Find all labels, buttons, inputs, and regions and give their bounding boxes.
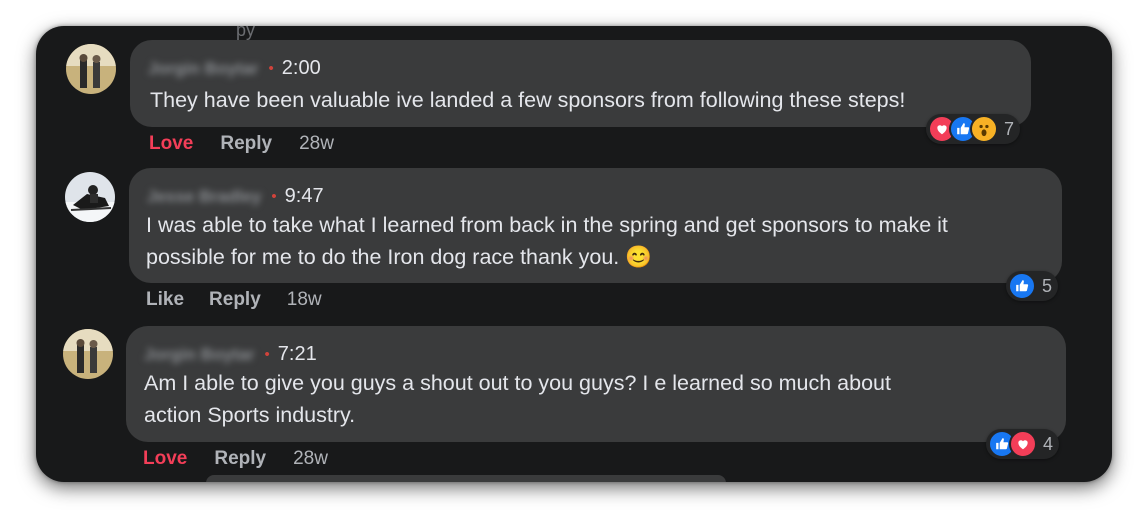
comments-panel: py Jorgin Boytar • 2:00 They have been v… [36, 26, 1112, 482]
reactions-summary[interactable]: 4 [986, 429, 1060, 459]
comment-time[interactable]: 7:21 [278, 343, 317, 366]
next-comment-fragment [206, 475, 726, 482]
previous-comment-fragment: py [236, 26, 256, 40]
comment-actions: Love Reply 28w [149, 133, 334, 155]
reply-button[interactable]: Reply [214, 448, 266, 470]
separator-dot: • [271, 188, 277, 205]
comment-age[interactable]: 28w [293, 448, 328, 470]
avatar[interactable] [66, 44, 116, 94]
like-button[interactable]: Like [146, 289, 184, 311]
avatar[interactable] [63, 329, 113, 379]
comment-actions: Like Reply 18w [146, 289, 322, 311]
comment-actions: Love Reply 28w [143, 448, 328, 470]
avatar[interactable] [65, 172, 115, 222]
reply-button[interactable]: Reply [220, 133, 272, 155]
comment-author[interactable]: Jesse Bradley [147, 187, 261, 207]
comment-author[interactable]: Jorgin Boytar [148, 59, 259, 79]
love-icon [1009, 430, 1037, 458]
comment-time[interactable]: 2:00 [282, 57, 321, 80]
separator-dot: • [268, 60, 274, 77]
reaction-count: 5 [1042, 275, 1053, 296]
like-icon [1008, 272, 1036, 300]
comment-age[interactable]: 18w [287, 289, 322, 311]
comment-bubble: Jesse Bradley • 9:47 I was able to take … [129, 168, 1062, 283]
comment-time[interactable]: 9:47 [285, 185, 324, 208]
comment-bubble: Jorgin Boytar • 7:21 Am I able to give y… [126, 326, 1066, 442]
reaction-count: 7 [1004, 118, 1015, 139]
comment-text: I was able to take what I learned from b… [146, 213, 948, 269]
wow-icon [970, 115, 998, 143]
comment-bubble: Jorgin Boytar • 2:00 They have been valu… [130, 40, 1031, 127]
comment-text: Am I able to give you guys a shout out t… [144, 371, 891, 427]
reactions-summary[interactable]: 7 [926, 114, 1021, 144]
comment-text: They have been valuable ive landed a few… [150, 88, 906, 112]
comment-author[interactable]: Jorgin Boytar [144, 345, 255, 365]
reply-button[interactable]: Reply [209, 289, 261, 311]
separator-dot: • [264, 346, 270, 363]
comment-age[interactable]: 28w [299, 133, 334, 155]
reaction-count: 4 [1043, 433, 1054, 454]
love-button[interactable]: Love [143, 448, 187, 470]
love-button[interactable]: Love [149, 133, 193, 155]
reactions-summary[interactable]: 5 [1006, 271, 1059, 301]
